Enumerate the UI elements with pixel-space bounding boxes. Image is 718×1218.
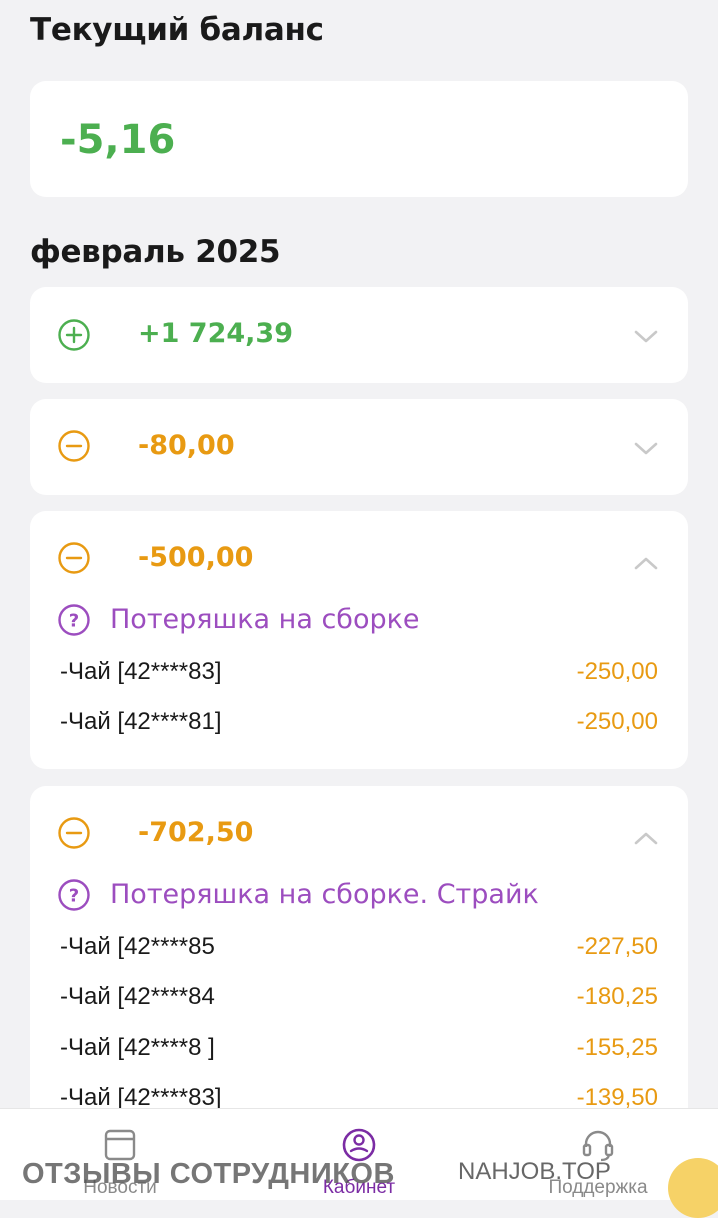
operation-header[interactable]: -702,50 [58, 786, 688, 882]
operation-item: -Чай [42****83] -250,00 [60, 658, 658, 690]
operation-header[interactable]: -500,00 [58, 511, 688, 607]
operation-header[interactable]: +1 724,39 [58, 287, 688, 383]
item-amount: -250,00 [576, 658, 658, 685]
operation-amount: -500,00 [138, 542, 254, 573]
item-name: -Чай [42****83] [60, 658, 222, 685]
item-amount: -227,50 [576, 933, 658, 960]
chevron-down-icon[interactable] [633, 441, 659, 457]
tab-label: Новости [83, 1177, 157, 1198]
question-circle-icon: ? [58, 879, 90, 911]
item-name: -Чай [42****8 ] [60, 1034, 215, 1061]
tab-news[interactable]: Новости [40, 1109, 200, 1200]
operation-amount: -80,00 [138, 430, 235, 461]
svg-text:?: ? [69, 611, 79, 632]
chevron-down-icon[interactable] [633, 329, 659, 345]
tab-cabinet[interactable]: Кабинет [279, 1109, 439, 1200]
bottom-tab-bar: Новости Кабинет Поддержка [0, 1108, 718, 1200]
reason-text: Потеряшка на сборке [110, 604, 420, 635]
operation-item: -Чай [42****81] -250,00 [60, 708, 658, 740]
operation-item: -Чай [42****84 -180,25 [60, 983, 658, 1015]
operation-card[interactable]: -80,00 [30, 399, 688, 495]
operation-card[interactable]: -702,50 ? Потеряшка на сборке. Страйк -Ч… [30, 786, 688, 1146]
operation-item: -Чай [42****8 ] -155,25 [60, 1034, 658, 1066]
item-amount: -180,25 [576, 983, 658, 1010]
item-name: -Чай [42****81] [60, 708, 222, 735]
balance-value: -5,16 [60, 117, 176, 163]
period-label: февраль 2025 [30, 234, 281, 270]
tab-label: Кабинет [322, 1177, 396, 1198]
profile-icon [342, 1128, 376, 1162]
operation-header[interactable]: -80,00 [58, 399, 688, 495]
chevron-up-icon[interactable] [633, 830, 659, 846]
reason-text: Потеряшка на сборке. Страйк [110, 879, 539, 910]
item-name: -Чай [42****85 [60, 933, 215, 960]
operation-amount: +1 724,39 [138, 318, 293, 349]
minus-circle-icon [58, 817, 90, 849]
balance-title: Текущий баланс [30, 12, 324, 48]
question-circle-icon: ? [58, 604, 90, 636]
item-name: -Чай [42****84 [60, 983, 215, 1010]
item-amount: -155,25 [576, 1034, 658, 1061]
headset-icon [582, 1130, 614, 1162]
minus-circle-icon [58, 430, 90, 462]
operation-card[interactable]: +1 724,39 [30, 287, 688, 383]
minus-circle-icon [58, 542, 90, 574]
operation-item: -Чай [42****85 -227,50 [60, 933, 658, 965]
tab-label: Поддержка [548, 1177, 648, 1198]
chevron-up-icon[interactable] [633, 555, 659, 571]
tab-support[interactable]: Поддержка [518, 1109, 678, 1200]
emoji-sticker-icon [668, 1158, 718, 1218]
news-icon [104, 1129, 136, 1161]
plus-circle-icon [58, 319, 90, 351]
balance-card: -5,16 [30, 81, 688, 197]
item-amount: -250,00 [576, 708, 658, 735]
svg-text:?: ? [69, 886, 79, 907]
operation-amount: -702,50 [138, 817, 254, 848]
operation-card[interactable]: -500,00 ? Потеряшка на сборке -Чай [42**… [30, 511, 688, 769]
